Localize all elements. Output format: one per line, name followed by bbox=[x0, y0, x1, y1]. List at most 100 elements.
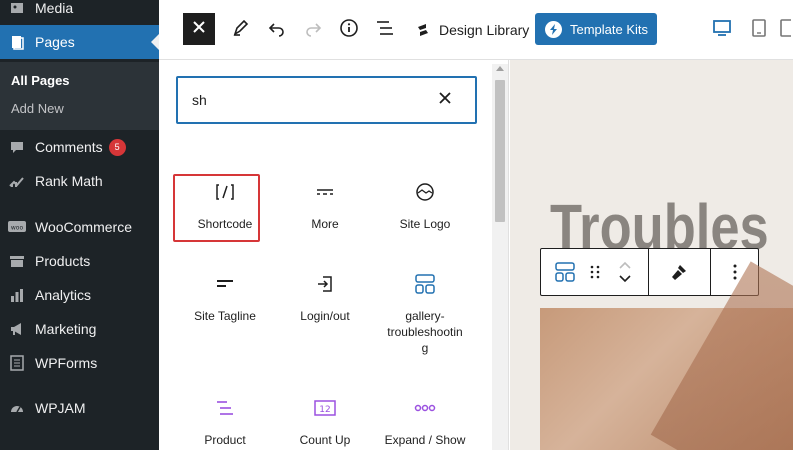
mobile-preview-button[interactable] bbox=[777, 14, 793, 46]
close-icon bbox=[193, 20, 205, 38]
block-more[interactable]: More bbox=[281, 178, 369, 232]
chevron-down-icon[interactable] bbox=[618, 275, 632, 283]
sidebar-item-rank-math[interactable]: Rank Math bbox=[0, 164, 159, 198]
block-label: Count Up bbox=[299, 433, 351, 447]
pages-submenu: All Pages Add New bbox=[0, 62, 159, 130]
pages-icon bbox=[7, 32, 27, 52]
list-view-icon bbox=[375, 19, 395, 42]
toolbar-divider bbox=[710, 249, 711, 295]
block-label: More bbox=[311, 217, 339, 231]
sidebar-item-label: WPJAM bbox=[35, 400, 86, 416]
image-block[interactable] bbox=[540, 308, 793, 450]
stackable-logo-icon bbox=[415, 22, 431, 38]
submenu-all-pages[interactable]: All Pages bbox=[11, 73, 70, 88]
marketing-icon bbox=[7, 319, 27, 339]
drag-handle[interactable] bbox=[585, 249, 605, 295]
drag-handle-icon bbox=[590, 265, 600, 279]
undo-button[interactable] bbox=[261, 14, 293, 46]
desktop-preview-button[interactable] bbox=[706, 14, 738, 46]
scroll-up-arrow-icon[interactable] bbox=[496, 66, 504, 71]
mobile-icon bbox=[779, 18, 793, 42]
expand-icon bbox=[381, 394, 469, 422]
sidebar-item-wpjam[interactable]: WPJAM bbox=[0, 391, 159, 425]
rank-math-icon bbox=[7, 171, 27, 191]
current-indicator bbox=[151, 34, 159, 50]
toolbar-divider bbox=[648, 249, 649, 295]
tablet-icon bbox=[751, 18, 767, 42]
template-kits-icon bbox=[545, 20, 562, 38]
redo-icon bbox=[304, 19, 322, 42]
sidebar-item-products[interactable]: Products bbox=[0, 244, 159, 278]
sidebar-item-media[interactable]: Media bbox=[0, 0, 159, 25]
chevron-up-icon[interactable] bbox=[618, 261, 632, 269]
admin-sidebar: Media Pages All Pages Add New Comments 5… bbox=[0, 0, 159, 450]
sidebar-item-woocommerce[interactable]: woo WooCommerce bbox=[0, 210, 159, 244]
block-login-out[interactable]: Login/out bbox=[281, 270, 369, 324]
block-count-up[interactable]: 12 Count Up bbox=[281, 394, 369, 448]
tablet-preview-button[interactable] bbox=[743, 14, 775, 46]
sidebar-item-label: Products bbox=[35, 253, 91, 269]
sidebar-item-label: WooCommerce bbox=[35, 219, 132, 235]
block-label: Product bbox=[204, 433, 246, 447]
sidebar-item-label: Comments bbox=[35, 139, 103, 155]
clear-search-button[interactable] bbox=[439, 91, 451, 109]
block-label: Expand / Show bbox=[384, 433, 466, 447]
block-site-tagline[interactable]: Site Tagline bbox=[181, 270, 269, 324]
comments-icon bbox=[7, 137, 27, 157]
tools-button[interactable] bbox=[225, 14, 257, 46]
redo-button[interactable] bbox=[297, 14, 329, 46]
more-vertical-icon bbox=[733, 264, 737, 280]
login-out-icon bbox=[281, 270, 369, 298]
scroll-thumb[interactable] bbox=[495, 80, 505, 222]
block-label: Shortcode bbox=[197, 217, 253, 231]
submenu-add-new[interactable]: Add New bbox=[11, 101, 64, 116]
block-label: Login/out bbox=[300, 309, 350, 323]
sidebar-item-marketing[interactable]: Marketing bbox=[0, 312, 159, 346]
brush-icon bbox=[672, 265, 686, 280]
more-icon bbox=[281, 178, 369, 206]
template-kits-button[interactable]: Template Kits bbox=[535, 13, 657, 45]
sidebar-item-wpforms[interactable]: WPForms bbox=[0, 346, 159, 380]
editor-toolbar: Design Library Template Kits bbox=[159, 0, 793, 60]
product-icon bbox=[181, 394, 269, 422]
design-library-label: Design Library bbox=[439, 22, 530, 38]
block-label: Site Tagline bbox=[194, 309, 256, 323]
design-library-button[interactable]: Design Library bbox=[415, 14, 529, 46]
block-type-button[interactable] bbox=[549, 249, 581, 295]
label-line: g bbox=[421, 341, 429, 355]
label-line: gallery- bbox=[405, 309, 445, 323]
sidebar-item-pages[interactable]: Pages bbox=[0, 25, 159, 59]
inserter-scrollbar[interactable] bbox=[492, 64, 508, 450]
details-button[interactable] bbox=[333, 14, 365, 46]
sidebar-item-label: Pages bbox=[35, 34, 75, 50]
block-label: gallery- troubleshootin g bbox=[381, 308, 469, 356]
style-button[interactable] bbox=[658, 249, 702, 295]
gallery-icon bbox=[381, 270, 469, 298]
sidebar-item-comments[interactable]: Comments 5 bbox=[0, 130, 159, 164]
list-view-button[interactable] bbox=[369, 14, 401, 46]
block-gallery-troubleshooting[interactable]: gallery- troubleshootin g bbox=[381, 270, 469, 356]
label-line: troubleshootin bbox=[387, 325, 463, 339]
woocommerce-icon: woo bbox=[7, 217, 27, 237]
media-icon bbox=[7, 0, 27, 18]
site-logo-icon bbox=[381, 178, 469, 206]
block-shortcode[interactable]: Shortcode bbox=[181, 178, 269, 232]
gallery-icon bbox=[555, 262, 575, 282]
count-up-icon: 12 bbox=[281, 394, 369, 422]
sidebar-item-label: WPForms bbox=[35, 355, 98, 371]
sidebar-item-analytics[interactable]: Analytics bbox=[0, 278, 159, 312]
block-expand-show[interactable]: Expand / Show bbox=[381, 394, 469, 448]
block-toolbar bbox=[540, 248, 759, 296]
wpforms-icon bbox=[7, 353, 27, 373]
block-product[interactable]: Product bbox=[181, 394, 269, 448]
sidebar-item-label: Media bbox=[35, 0, 74, 16]
pencil-icon bbox=[232, 19, 250, 42]
close-inserter-button[interactable] bbox=[183, 13, 215, 45]
block-site-logo[interactable]: Site Logo bbox=[381, 178, 469, 232]
move-buttons[interactable] bbox=[613, 249, 637, 295]
block-label: Site Logo bbox=[399, 217, 451, 231]
block-inserter-panel: sh Shortcode More Site Logo Site Tagline bbox=[159, 60, 509, 450]
sidebar-item-label: Rank Math bbox=[35, 173, 103, 189]
undo-icon bbox=[268, 19, 286, 42]
block-search-input[interactable]: sh bbox=[176, 76, 477, 124]
